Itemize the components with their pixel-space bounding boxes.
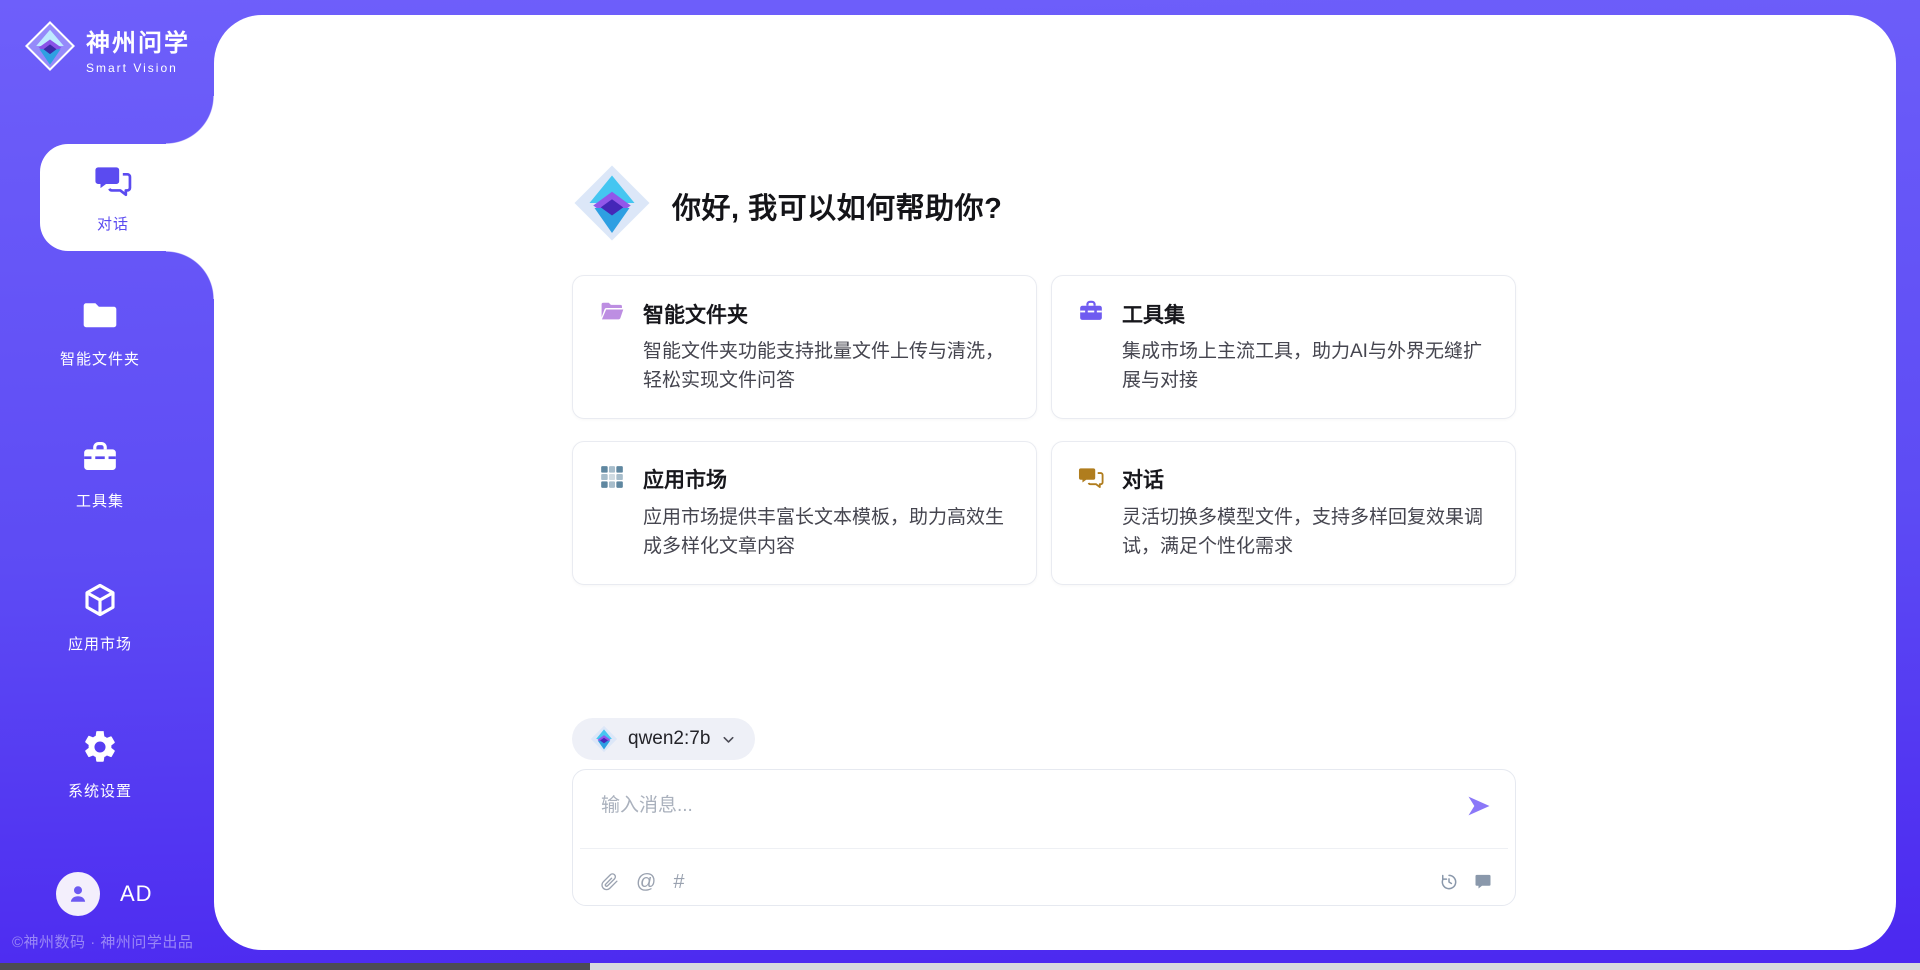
- folder-open-icon: [599, 298, 625, 329]
- brand: 神州问学 Smart Vision: [24, 20, 190, 77]
- chat-bubble-icon[interactable]: [1473, 872, 1493, 892]
- sidebar-item-label: 应用市场: [68, 633, 132, 654]
- history-icon[interactable]: [1439, 872, 1459, 892]
- horizontal-scrollbar[interactable]: [0, 963, 1920, 970]
- gear-icon: [81, 728, 119, 771]
- quickstart-cards: 智能文件夹 智能文件夹功能支持批量文件上传与清洗，轻松实现文件问答: [572, 275, 1516, 585]
- user-account[interactable]: AD: [56, 872, 153, 916]
- sidebar-item-toolset[interactable]: 工具集: [0, 438, 200, 511]
- card-chat[interactable]: 对话 灵活切换多模型文件，支持多样回复效果调试，满足个性化需求: [1051, 441, 1516, 585]
- sidebar-item-label: 系统设置: [68, 780, 132, 801]
- chat-icon: [1078, 464, 1104, 495]
- hash-icon[interactable]: #: [673, 872, 684, 892]
- mention-icon[interactable]: @: [636, 872, 656, 892]
- toolbox-icon: [1078, 298, 1104, 329]
- folder-icon: [81, 296, 119, 339]
- sidebar-item-settings[interactable]: 系统设置: [0, 728, 200, 801]
- card-title: 应用市场: [643, 464, 727, 494]
- greeting-diamond-logo-icon: [572, 163, 652, 248]
- message-input[interactable]: [573, 770, 1515, 840]
- card-title: 智能文件夹: [643, 299, 748, 329]
- sidebar-item-app-market[interactable]: 应用市场: [0, 581, 200, 654]
- model-diamond-logo-icon: [590, 725, 618, 753]
- sidebar-item-label: 对话: [97, 213, 129, 234]
- message-composer: @ #: [572, 769, 1516, 906]
- toolbox-icon: [81, 438, 119, 481]
- model-name: qwen2:7b: [628, 728, 710, 750]
- brand-name: 神州问学: [86, 23, 190, 58]
- card-description: 集成市场上主流工具，助力AI与外界无缝扩展与对接: [1122, 338, 1489, 396]
- card-description: 应用市场提供丰富长文本模板，助力高效生成多样化文章内容: [643, 504, 1010, 562]
- sidebar-item-smart-folder[interactable]: 智能文件夹: [0, 296, 200, 369]
- attachment-icon[interactable]: [599, 872, 619, 892]
- card-smart-folder[interactable]: 智能文件夹 智能文件夹功能支持批量文件上传与清洗，轻松实现文件问答: [572, 275, 1037, 419]
- card-toolset[interactable]: 工具集 集成市场上主流工具，助力AI与外界无缝扩展与对接: [1051, 275, 1516, 419]
- sidebar-item-label: 智能文件夹: [60, 348, 140, 369]
- card-title: 工具集: [1122, 299, 1185, 329]
- card-app-market[interactable]: 应用市场 应用市场提供丰富长文本模板，助力高效生成多样化文章内容: [572, 441, 1037, 585]
- greeting: 你好, 我可以如何帮助你?: [572, 163, 1002, 248]
- card-title: 对话: [1122, 464, 1164, 494]
- person-icon: [65, 881, 91, 907]
- model-selector[interactable]: qwen2:7b: [572, 718, 755, 760]
- chat-icon: [94, 161, 132, 204]
- app-window: 神州问学 Smart Vision 对话 智能文件夹: [0, 0, 1920, 970]
- card-description: 灵活切换多模型文件，支持多样回复效果调试，满足个性化需求: [1122, 504, 1489, 562]
- sidebar-item-chat[interactable]: 对话: [40, 144, 214, 251]
- user-name: AD: [120, 881, 153, 907]
- brand-subtitle: Smart Vision: [86, 61, 190, 75]
- sidebar-item-label: 工具集: [76, 490, 124, 511]
- card-description: 智能文件夹功能支持批量文件上传与清洗，轻松实现文件问答: [643, 338, 1010, 396]
- cube-icon: [81, 581, 119, 624]
- copyright-footer: ©神州数码 · 神州问学出品: [12, 931, 193, 952]
- send-icon[interactable]: [1465, 792, 1493, 820]
- grid-icon: [599, 464, 625, 495]
- main-panel: 你好, 我可以如何帮助你? 智能文件夹 智能文件夹功能支持批量文件上传与清洗，轻…: [214, 15, 1896, 950]
- brand-diamond-logo-icon: [24, 20, 76, 77]
- composer-toolbar: @ #: [599, 872, 1493, 892]
- sidebar: 神州问学 Smart Vision 对话 智能文件夹: [0, 0, 214, 970]
- composer-divider: [580, 848, 1508, 849]
- chevron-down-icon: [720, 731, 737, 748]
- scrollbar-thumb[interactable]: [0, 963, 590, 970]
- avatar: [56, 872, 100, 916]
- greeting-title: 你好, 我可以如何帮助你?: [672, 185, 1002, 227]
